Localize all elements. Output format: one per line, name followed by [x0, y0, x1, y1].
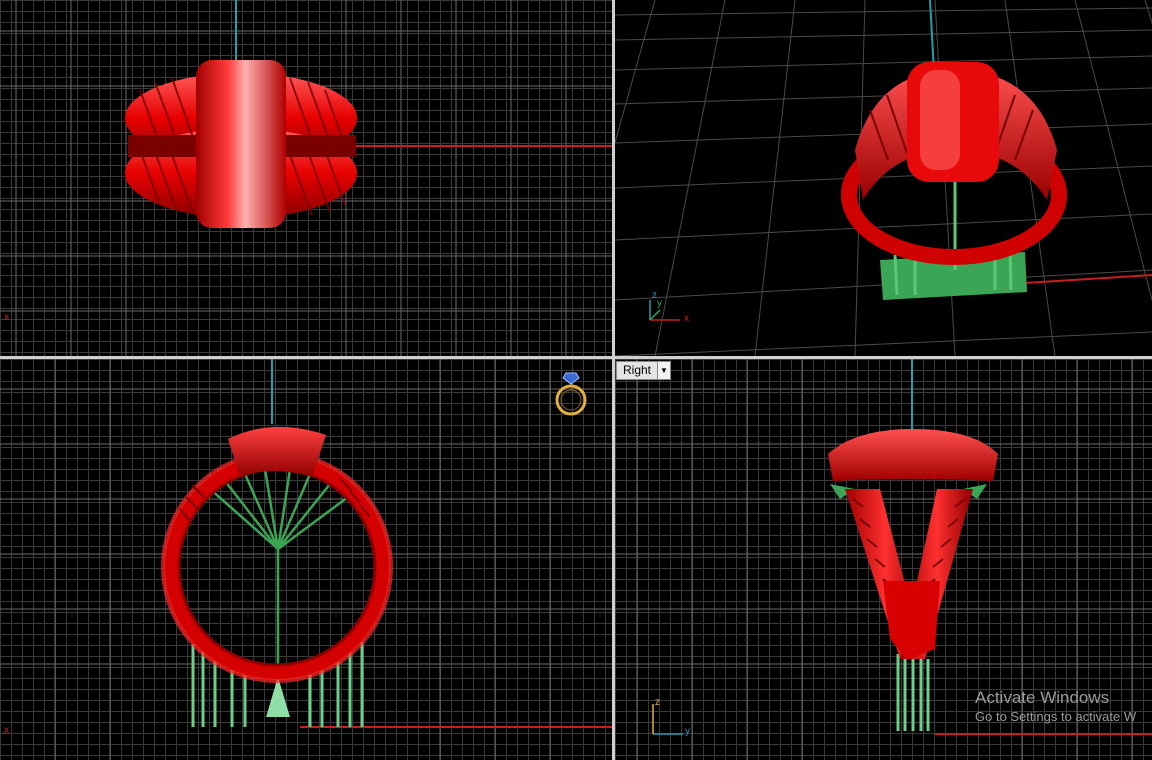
z-axis-label: z [655, 697, 660, 708]
top-view-canvas [0, 0, 612, 356]
y-axis-label: y [685, 726, 690, 737]
perspective-view-canvas [615, 0, 1152, 356]
viewport-top[interactable]: x [0, 0, 612, 356]
y-axis-label: y [657, 298, 662, 309]
x-axis-label: x [4, 725, 9, 736]
grid-major-lines [0, 359, 612, 760]
viewport-front[interactable]: x [0, 359, 612, 760]
activation-watermark: Activate Windows Go to Settings to activ… [975, 688, 1136, 726]
support-cone [266, 677, 290, 717]
watermark-title: Activate Windows [975, 688, 1110, 707]
x-axis-label: x [684, 313, 689, 324]
view-selector-dropdown[interactable]: Right ▼ [616, 361, 672, 380]
ring-view-cube-icon[interactable] [552, 369, 590, 417]
view-selector-label: Right [623, 363, 652, 377]
perspective-grid [615, 0, 1152, 356]
x-axis-label: x [4, 312, 9, 323]
support-pillars [896, 649, 930, 731]
front-view-canvas [0, 359, 612, 760]
viewport-divider-horizontal[interactable] [0, 356, 1152, 359]
viewport-divider-vertical[interactable] [612, 0, 615, 760]
chevron-down-icon[interactable]: ▼ [657, 362, 671, 379]
watermark-subtitle: Go to Settings to activate W [975, 709, 1137, 724]
ring-model-top [125, 60, 357, 228]
axis-triad [652, 704, 683, 735]
viewport-perspective[interactable]: z y x [615, 0, 1152, 356]
ring-model-right [828, 429, 998, 659]
